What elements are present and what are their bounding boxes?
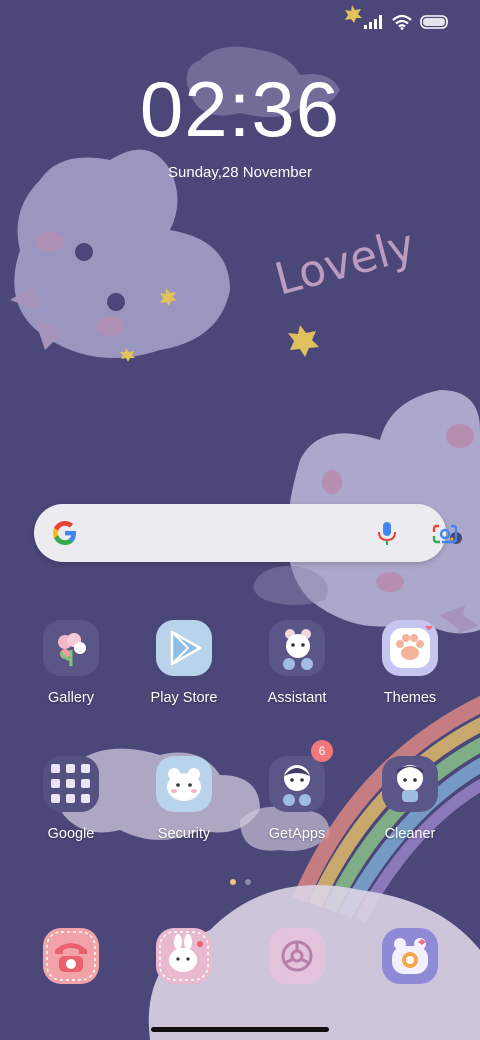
app-assistant[interactable]: Assistant xyxy=(241,620,353,706)
app-label-assistant: Assistant xyxy=(267,690,327,706)
battery-icon xyxy=(420,15,450,29)
themes-icon xyxy=(382,620,438,676)
dock-messages[interactable] xyxy=(128,928,240,984)
home-indicator[interactable] xyxy=(151,1027,329,1032)
app-gallery[interactable]: Gallery xyxy=(15,620,127,706)
dock-phone[interactable] xyxy=(15,928,127,984)
page-indicator xyxy=(0,879,480,885)
app-label-cleaner: Cleaner xyxy=(384,826,436,842)
app-label-getapps: GetApps xyxy=(268,826,326,842)
play-store-icon xyxy=(156,620,212,676)
app-label-themes: Themes xyxy=(383,690,437,706)
app-security[interactable]: Security xyxy=(128,756,240,842)
google-g-icon xyxy=(50,518,80,553)
dock-camera[interactable] xyxy=(354,928,466,984)
app-label-play-store: Play Store xyxy=(150,690,218,706)
date-label: Sunday,28 November xyxy=(168,164,312,181)
security-icon xyxy=(156,756,212,812)
app-themes[interactable]: Themes xyxy=(354,620,466,706)
google-folder-icon xyxy=(43,756,99,812)
phone-icon xyxy=(43,928,99,984)
lockscreen-clock: 02:36 xyxy=(139,65,341,153)
app-label-gallery: Gallery xyxy=(48,690,94,706)
microphone-icon[interactable] xyxy=(376,520,398,551)
app-cleaner[interactable]: Cleaner xyxy=(354,756,466,842)
wifi-icon xyxy=(392,14,412,30)
assistant-icon xyxy=(269,620,325,676)
browser-icon xyxy=(269,928,325,984)
app-play-store[interactable]: Play Store xyxy=(128,620,240,706)
notification-badge: 6 xyxy=(311,740,333,762)
messages-icon xyxy=(156,928,212,984)
page-dot-active xyxy=(229,879,236,885)
app-getapps[interactable]: 6 GetApps xyxy=(241,740,353,842)
getapps-icon: 6 xyxy=(269,740,333,812)
app-label-security: Security xyxy=(157,826,211,842)
google-search-bar[interactable] xyxy=(34,504,458,562)
page-dot xyxy=(244,879,251,885)
wallpaper-caption: Lovely xyxy=(270,220,420,306)
cleaner-icon xyxy=(382,756,438,812)
dock-browser[interactable] xyxy=(241,928,353,984)
gallery-icon xyxy=(43,620,99,676)
signal-icon xyxy=(364,15,384,29)
status-bar xyxy=(364,14,450,30)
app-google-folder[interactable]: Google xyxy=(15,756,127,842)
google-lens-icon[interactable] xyxy=(432,523,458,550)
app-label-google: Google xyxy=(47,826,95,842)
camera-icon xyxy=(382,928,438,984)
